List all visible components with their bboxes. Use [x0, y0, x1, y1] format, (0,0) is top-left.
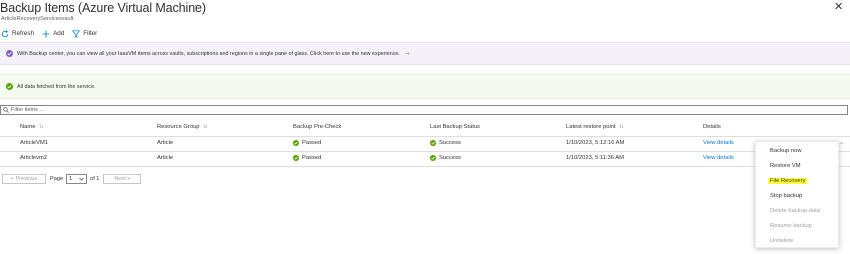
cell-name: ArticleVM1 [20, 140, 49, 146]
view-details-link[interactable]: View details [703, 155, 734, 161]
filter-input[interactable]: Filter items ... [0, 105, 848, 115]
chevron-down-icon [79, 177, 84, 181]
cell-status: Success [430, 140, 461, 146]
cell-name: Articlevm2 [20, 155, 48, 161]
success-banner: All data fetched from the service. [0, 74, 850, 99]
success-icon [430, 155, 436, 161]
success-banner-text: All data fetched from the service. [17, 83, 96, 90]
menu-item-restore-vm[interactable]: Restore VM [770, 163, 801, 169]
page-select[interactable]: 1 [66, 174, 88, 184]
refresh-button[interactable]: Refresh [1, 29, 35, 38]
check-circle-icon [6, 50, 13, 57]
close-button[interactable]: ✕ [834, 0, 843, 13]
add-button[interactable]: Add [42, 29, 65, 38]
pagination: « Previous Page 1 of 1 Next » [2, 174, 142, 184]
page-select-value: 1 [69, 176, 73, 182]
passed-icon [293, 155, 299, 161]
header-divider [0, 136, 850, 137]
info-banner[interactable]: With Backup center, you can view all you… [0, 42, 850, 65]
info-banner-text: With Backup center, you can view all you… [17, 50, 400, 57]
menu-item-delete-backup-data: Delete backup data [770, 208, 820, 214]
cell-resource-group: Article [157, 155, 174, 161]
menu-item-undelete: Undelete [770, 238, 794, 244]
toolbar: Refresh Add Filter [0, 28, 105, 39]
menu-item-stop-backup[interactable]: Stop backup [770, 193, 802, 199]
add-label: Add [53, 30, 65, 37]
next-page-button[interactable]: Next » [103, 174, 142, 184]
sort-icon: ↑↓ [202, 124, 208, 130]
more-options-icon[interactable]: ··· [194, 0, 207, 11]
row-context-menu: Backup now Restore VM File Recovery Stop… [755, 141, 839, 248]
column-header-backup-precheck: Backup Pre-Check [293, 124, 342, 130]
arrow-right-icon: → [403, 50, 411, 57]
plus-icon [42, 29, 50, 38]
previous-page-button[interactable]: « Previous [2, 174, 46, 184]
column-header-details: Details [703, 124, 721, 130]
refresh-label: Refresh [12, 30, 35, 37]
search-icon [3, 107, 9, 113]
cell-resource-group: Article [157, 140, 174, 146]
menu-item-resume-backup: Resume backup [770, 223, 812, 229]
success-icon [6, 83, 13, 90]
row-divider [0, 166, 850, 167]
row-more-icon[interactable]: ··· [839, 140, 844, 147]
page-title: Backup Items (Azure Virtual Machine) [0, 1, 206, 15]
filter-button[interactable]: Filter [72, 29, 98, 38]
column-header-latest-restore-point[interactable]: Latest restore point ↑↓ [566, 124, 624, 130]
cell-status: Success [430, 155, 461, 161]
view-details-link[interactable]: View details [703, 140, 734, 146]
column-header-resource-group[interactable]: Resource Group ↑↓ [157, 124, 208, 130]
cell-precheck: Passed [293, 140, 321, 146]
filter-label: Filter [83, 30, 98, 37]
cell-restore-point: 1/10/2023, 5:12:16 AM [566, 140, 625, 146]
page-subtitle: ArticleRecoveryServicesvault [1, 16, 74, 22]
cell-precheck: Passed [293, 155, 321, 161]
cell-restore-point: 1/10/2023, 5:11:36 AM [566, 155, 624, 161]
sort-icon: ↑↓ [618, 124, 624, 130]
page-label: Page [50, 176, 64, 182]
success-icon [430, 140, 436, 146]
menu-item-backup-now[interactable]: Backup now [770, 148, 802, 154]
passed-icon [293, 140, 299, 146]
row-divider [0, 151, 850, 152]
sort-icon: ↑↓ [38, 124, 43, 130]
column-header-last-backup-status: Last Backup Status [430, 124, 480, 130]
page-count: of 1 [90, 176, 100, 182]
refresh-icon [1, 29, 9, 37]
menu-item-file-recovery[interactable]: File Recovery [768, 178, 808, 184]
funnel-icon [72, 29, 81, 38]
filter-placeholder: Filter items ... [11, 107, 45, 113]
column-header-name[interactable]: Name ↑↓ [20, 124, 43, 130]
